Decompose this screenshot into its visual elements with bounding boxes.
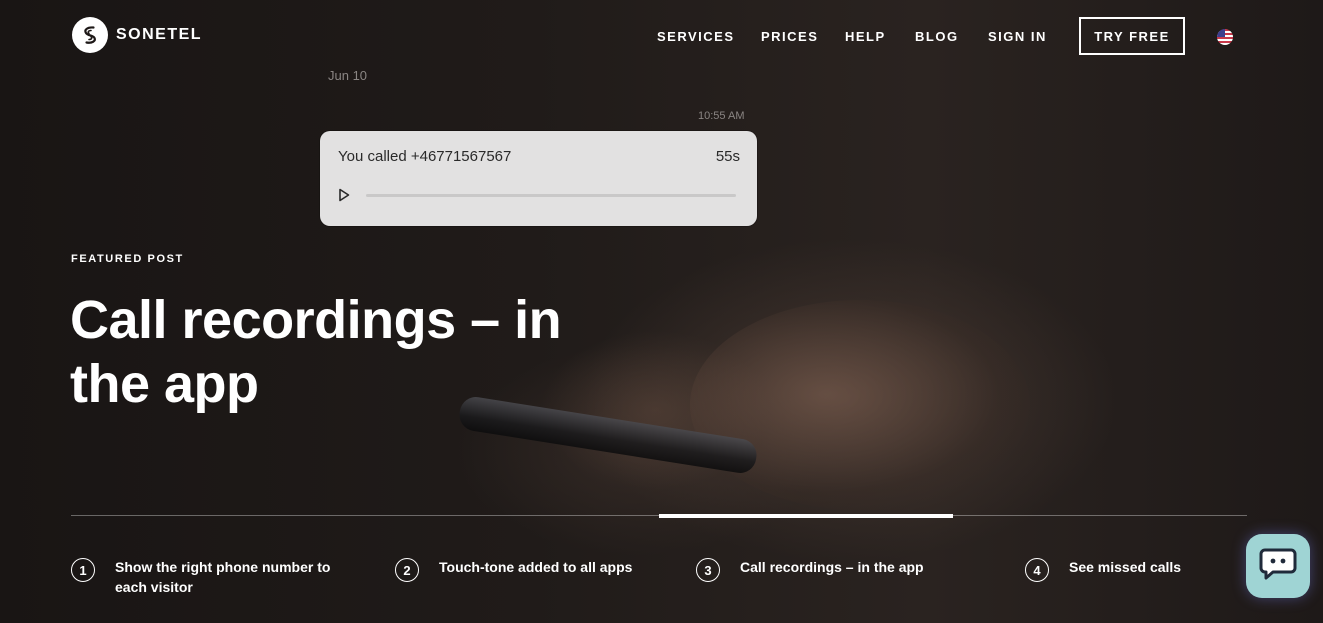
step-label: Touch-tone added to all apps (439, 559, 633, 575)
step-number: 1 (71, 558, 95, 582)
carousel-step-1[interactable]: 1 Show the right phone number to each vis… (71, 557, 330, 597)
call-recording-card: You called +46771567567 55s (320, 131, 757, 226)
play-icon (338, 188, 350, 202)
featured-post-title[interactable]: Call recordings – in the app (70, 288, 590, 416)
step-label: Show the right phone number to each visit… (115, 559, 331, 595)
call-duration: 55s (715, 148, 740, 165)
brand-name: SONETEL (116, 26, 203, 43)
nav-blog[interactable]: BLOG (915, 29, 959, 44)
try-free-button[interactable]: TRY FREE (1079, 17, 1185, 55)
brand-logo-link[interactable]: SONETEL (72, 17, 202, 53)
carousel-step-3[interactable]: 3 Call recordings – in the app (696, 557, 924, 582)
audio-progress-track (366, 194, 736, 197)
nav-services[interactable]: SERVICES (657, 29, 735, 44)
call-description: You called +46771567567 (338, 148, 512, 165)
chat-bubble-icon (1259, 547, 1297, 586)
message-time: 10:55 AM (698, 110, 745, 122)
step-label: See missed calls (1069, 559, 1182, 575)
title-line-1: Call recordings – in (70, 290, 562, 350)
carousel-step-4[interactable]: 4 See missed calls (1025, 557, 1181, 582)
step-label: Call recordings – in the app (740, 559, 924, 575)
hero-photo-right-hand (690, 300, 1030, 510)
chat-widget-button[interactable] (1246, 534, 1310, 598)
carousel-active-indicator (659, 514, 953, 518)
message-date: Jun 10 (328, 68, 368, 83)
step-number: 4 (1025, 558, 1049, 582)
featured-post-label: FEATURED POST (71, 253, 184, 265)
site-header: SONETEL SERVICES PRICES HELP BLOG SIGN I… (0, 0, 1323, 72)
sonetel-logo-icon (72, 17, 108, 53)
carousel-step-2[interactable]: 2 Touch-tone added to all apps (395, 557, 632, 582)
step-number: 2 (395, 558, 419, 582)
nav-prices[interactable]: PRICES (761, 29, 818, 44)
title-line-2: the app (70, 354, 259, 414)
us-flag-icon[interactable] (1217, 29, 1233, 45)
step-number: 3 (696, 558, 720, 582)
nav-sign-in[interactable]: SIGN IN (988, 29, 1047, 44)
nav-help[interactable]: HELP (845, 29, 886, 44)
